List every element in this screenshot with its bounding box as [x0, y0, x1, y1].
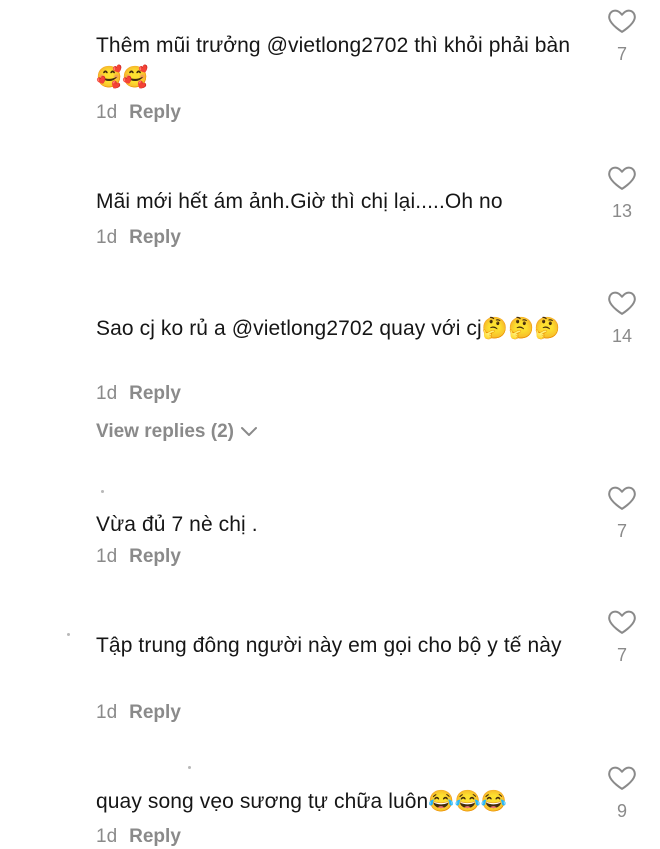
- comment-text: Vừa đủ 7 nè chị .: [96, 513, 258, 536]
- comment-time: 1d: [96, 702, 118, 723]
- comment-meta: 1d Reply: [96, 101, 181, 125]
- comment-list: Thêm mũi trưởng @vietlong2702 thì khỏi p…: [0, 0, 660, 849]
- like-count: 13: [611, 201, 633, 221]
- comment-text: Mãi mới hết ám ảnh.Giờ thì chị lại.....O…: [96, 190, 503, 213]
- like-button[interactable]: 14: [600, 288, 644, 347]
- comment-time: 1d: [96, 826, 118, 847]
- like-count: 7: [616, 521, 627, 541]
- like-count: 9: [616, 801, 627, 821]
- like-count: 7: [616, 44, 627, 64]
- comment-meta: 1d Reply: [96, 701, 181, 725]
- reply-button[interactable]: Reply: [129, 545, 181, 569]
- comment-text: Thêm mũi trưởng @vietlong2702 thì khỏi p…: [96, 34, 571, 89]
- like-button[interactable]: 7: [600, 607, 644, 666]
- heart-outline-icon: [607, 288, 637, 321]
- heart-outline-icon: [607, 163, 637, 196]
- chevron-down-icon: [240, 426, 258, 438]
- like-button[interactable]: 13: [600, 163, 644, 222]
- comment-text: Sao cj ko rủ a @vietlong2702 quay với cj…: [96, 317, 561, 340]
- like-button[interactable]: 9: [600, 763, 644, 822]
- reply-button[interactable]: Reply: [129, 382, 181, 406]
- reply-button[interactable]: Reply: [129, 101, 181, 125]
- comment-meta: 1d Reply: [96, 382, 181, 406]
- comment-time: 1d: [96, 227, 118, 248]
- reply-button[interactable]: Reply: [129, 226, 181, 250]
- heart-outline-icon: [607, 6, 637, 39]
- comment-time: 1d: [96, 383, 118, 404]
- comment-time: 1d: [96, 102, 118, 123]
- comment-text: Tập trung đông người này em gọi cho bộ y…: [96, 634, 562, 657]
- heart-outline-icon: [607, 483, 637, 516]
- comment-meta: 1d Reply: [96, 226, 181, 250]
- reply-button[interactable]: Reply: [129, 701, 181, 725]
- view-replies-label: View replies (2): [96, 421, 234, 442]
- reply-button[interactable]: Reply: [129, 825, 181, 849]
- heart-outline-icon: [607, 763, 637, 796]
- avatar-fragment: [101, 490, 104, 493]
- avatar-fragment: [67, 633, 70, 636]
- heart-outline-icon: [607, 607, 637, 640]
- like-count: 14: [611, 326, 633, 346]
- view-replies-button[interactable]: View replies (2): [96, 421, 258, 443]
- comment-meta: 1d Reply: [96, 545, 181, 569]
- avatar-fragment: [188, 766, 191, 769]
- like-button[interactable]: 7: [600, 6, 644, 65]
- like-button[interactable]: 7: [600, 483, 644, 542]
- comment-time: 1d: [96, 546, 118, 567]
- comment-text: quay song vẹo sương tự chữa luôn😂😂😂: [96, 790, 508, 813]
- like-count: 7: [616, 645, 627, 665]
- comment-meta: 1d Reply: [96, 825, 181, 849]
